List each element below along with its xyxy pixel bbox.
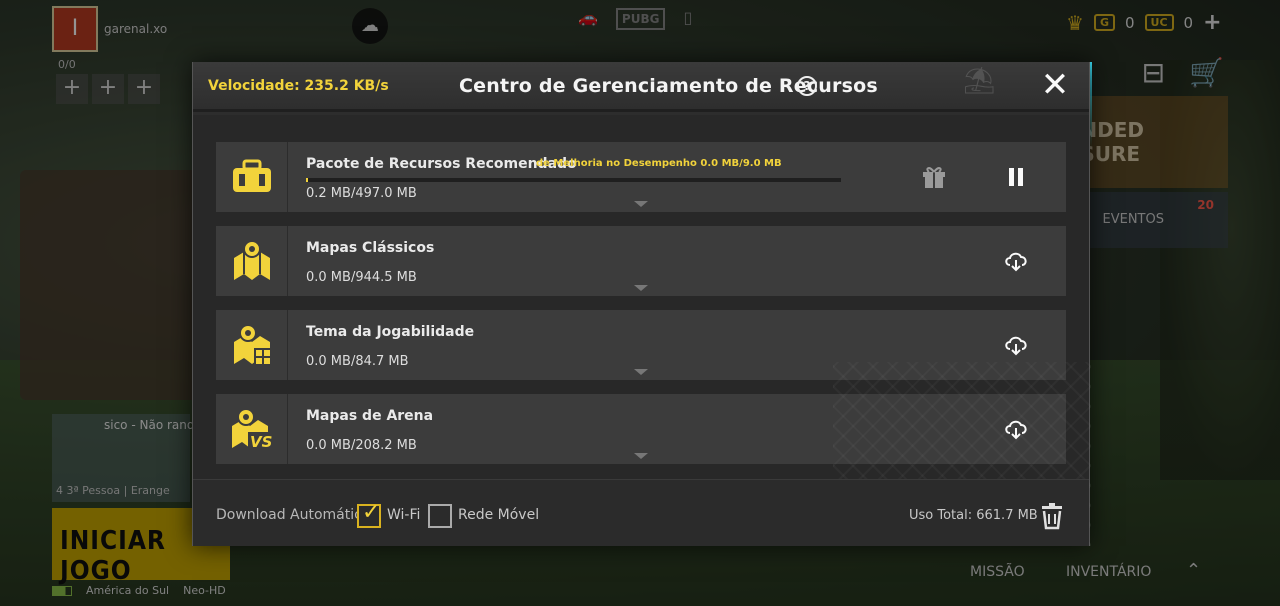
parachute-icon: ⛱ <box>963 66 997 96</box>
list-item-classic-maps[interactable]: Mapas Clássicos 0.0 MB/944.5 MB <box>216 226 1066 296</box>
expand-caret-icon[interactable] <box>634 369 648 375</box>
trash-icon[interactable] <box>1039 502 1067 530</box>
resource-size: 0.0 MB/84.7 MB <box>306 354 409 369</box>
cloud-download-icon[interactable] <box>1002 248 1030 274</box>
arena-maps-icon: VS <box>216 394 288 464</box>
download-progress-fill <box>306 178 309 182</box>
classic-maps-icon <box>216 226 288 296</box>
resource-size: 0.0 MB/944.5 MB <box>306 270 417 285</box>
modal-header: Velocidade: 235.2 KB/s Centro de Gerenci… <box>193 62 1089 112</box>
gameplay-theme-icon <box>216 310 288 380</box>
resource-title: Mapas Clássicos <box>306 240 435 256</box>
wifi-label[interactable]: Wi-Fi <box>387 507 420 523</box>
resource-title: Tema da Jogabilidade <box>306 324 475 340</box>
expand-caret-icon[interactable] <box>634 285 648 291</box>
mobile-network-checkbox[interactable] <box>428 504 452 528</box>
wifi-checkbox[interactable]: ✓ <box>357 500 381 528</box>
list-item-recommended-pack[interactable]: Pacote de Recursos Recomendado de Melhor… <box>216 142 1066 212</box>
resource-title: Mapas de Arena <box>306 408 434 424</box>
resource-size: 0.0 MB/208.2 MB <box>306 438 417 453</box>
download-progress-bar <box>306 178 841 182</box>
cloud-download-icon[interactable] <box>1002 416 1030 442</box>
help-icon[interactable]: ? <box>797 76 817 96</box>
close-button[interactable]: ✕ <box>1039 68 1071 102</box>
mobile-network-label[interactable]: Rede Móvel <box>458 507 539 523</box>
checkmark-icon: ✓ <box>362 500 381 525</box>
resource-size: 0.2 MB/497.0 MB <box>306 186 417 201</box>
expand-caret-icon[interactable] <box>634 201 648 207</box>
list-item-gameplay-theme[interactable]: Tema da Jogabilidade 0.0 MB/84.7 MB <box>216 310 1066 380</box>
expand-caret-icon[interactable] <box>634 453 648 459</box>
gift-icon[interactable] <box>920 164 948 190</box>
total-usage: Uso Total: 661.7 MB <box>909 508 1038 523</box>
auto-download-label: Download Automático <box>216 507 371 523</box>
resource-note: de Melhoria no Desempenho 0.0 MB/9.0 MB <box>536 158 782 169</box>
cloud-download-icon[interactable] <box>1002 332 1030 358</box>
list-item-arena-maps[interactable]: VS Mapas de Arena 0.0 MB/208.2 MB <box>216 394 1066 464</box>
pause-button[interactable] <box>1002 164 1030 190</box>
resource-list: Pacote de Recursos Recomendado de Melhor… <box>193 115 1089 479</box>
download-speed: Velocidade: 235.2 KB/s <box>208 78 389 94</box>
resource-pack-icon <box>216 142 288 212</box>
resource-manager-modal: Velocidade: 235.2 KB/s Centro de Gerenci… <box>192 62 1091 546</box>
modal-footer: Download Automático ✓ Wi-Fi Rede Móvel U… <box>193 479 1089 546</box>
svg-text:VS: VS <box>250 433 272 451</box>
